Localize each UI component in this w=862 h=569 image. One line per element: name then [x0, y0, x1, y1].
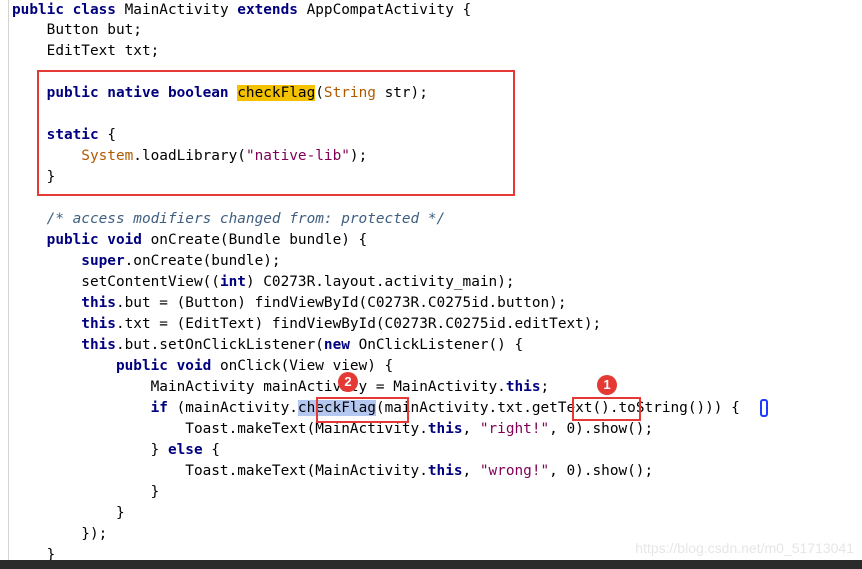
code-token: , [462, 463, 480, 479]
code-token: public void [12, 358, 220, 374]
code-token: setContentView(( [12, 274, 220, 290]
code-token: Button but; [12, 22, 142, 38]
code-token: ; [540, 379, 550, 395]
code-token: "right!" [479, 421, 550, 437]
code-line: super.onCreate(bundle); [12, 251, 281, 271]
annotation-badge-2: 2 [338, 372, 358, 392]
code-token: this [427, 463, 463, 479]
code-token: ) C0273R.layout.activity_main); [245, 274, 515, 290]
code-token: , 0).show(); [549, 421, 654, 437]
code-line: this.txt = (EditText) findViewById(C0273… [12, 314, 601, 334]
code-line: MainActivity mainActivity = MainActivity… [12, 377, 550, 397]
gettext-call-highlight-box [572, 397, 641, 421]
code-token: OnClickListener() { [358, 337, 524, 353]
code-token: } [12, 484, 160, 500]
code-token: super [12, 253, 125, 269]
code-token: .onCreate(bundle); [124, 253, 281, 269]
code-token: Toast.makeText(MainActivity. [12, 463, 428, 479]
code-line: } [12, 503, 125, 523]
code-token: int [219, 274, 246, 290]
code-token: onCreate(Bundle bundle) { [150, 232, 368, 248]
code-line: this.but = (Button) findViewById(C0273R.… [12, 293, 567, 313]
code-line: public class MainActivity extends AppCom… [12, 0, 471, 20]
code-token: else [167, 442, 212, 458]
code-token: , [462, 421, 480, 437]
code-token: public class [12, 2, 125, 18]
code-token: this [427, 421, 463, 437]
code-token: onClick(View view) { [219, 358, 394, 374]
code-line: Button but; [12, 20, 142, 40]
code-line: public void onClick(View view) { [12, 356, 393, 376]
checkflag-call-highlight-box [316, 397, 409, 423]
text-cursor-bracket-match [760, 399, 768, 417]
code-token: { [211, 442, 220, 458]
code-token: MainActivity [124, 2, 238, 18]
code-token: this [12, 337, 116, 353]
watermark-text: https://blog.csdn.net/m0_51713041 [635, 540, 854, 556]
code-token: extends [237, 2, 307, 18]
annotation-badge-1: 1 [597, 375, 617, 395]
code-token: .txt = (EditText) findViewById(C0273R.C0… [115, 316, 602, 332]
code-line: /* access modifiers changed from: protec… [12, 209, 446, 229]
code-token: this [12, 316, 116, 332]
code-token: if [12, 400, 177, 416]
code-token: EditText txt; [12, 43, 160, 59]
code-line: } else { [12, 440, 220, 460]
code-line: setContentView((int) C0273R.layout.activ… [12, 272, 515, 292]
code-token: } [12, 442, 168, 458]
code-token: , 0).show(); [549, 463, 654, 479]
code-line: }); [12, 524, 107, 544]
code-line: this.but.setOnClickListener(new OnClickL… [12, 335, 523, 355]
code-token: .but.setOnClickListener( [115, 337, 324, 353]
code-token: Toast.makeText(MainActivity. [12, 421, 428, 437]
code-token: AppCompatActivity { [306, 2, 472, 18]
code-token: MainActivity mainActivity = MainActivity… [12, 379, 506, 395]
code-line: EditText txt; [12, 41, 160, 61]
code-line: public void onCreate(Bundle bundle) { [12, 230, 368, 250]
native-method-highlight-box [37, 70, 515, 196]
code-token: public void [12, 232, 151, 248]
code-line: Toast.makeText(MainActivity.this, "wrong… [12, 461, 653, 481]
code-token: this [505, 379, 541, 395]
code-line: } [12, 482, 160, 502]
code-token: } [12, 505, 125, 521]
code-token: (mainActivity. [176, 400, 298, 416]
code-token: /* access modifiers changed from: protec… [12, 211, 446, 227]
code-token: "wrong!" [479, 463, 550, 479]
code-token: new [323, 337, 359, 353]
code-token: this [12, 295, 116, 311]
bottom-panel-bar [0, 560, 862, 569]
code-token: }); [12, 526, 108, 542]
code-token: .but = (Button) findViewById(C0273R.C027… [115, 295, 567, 311]
